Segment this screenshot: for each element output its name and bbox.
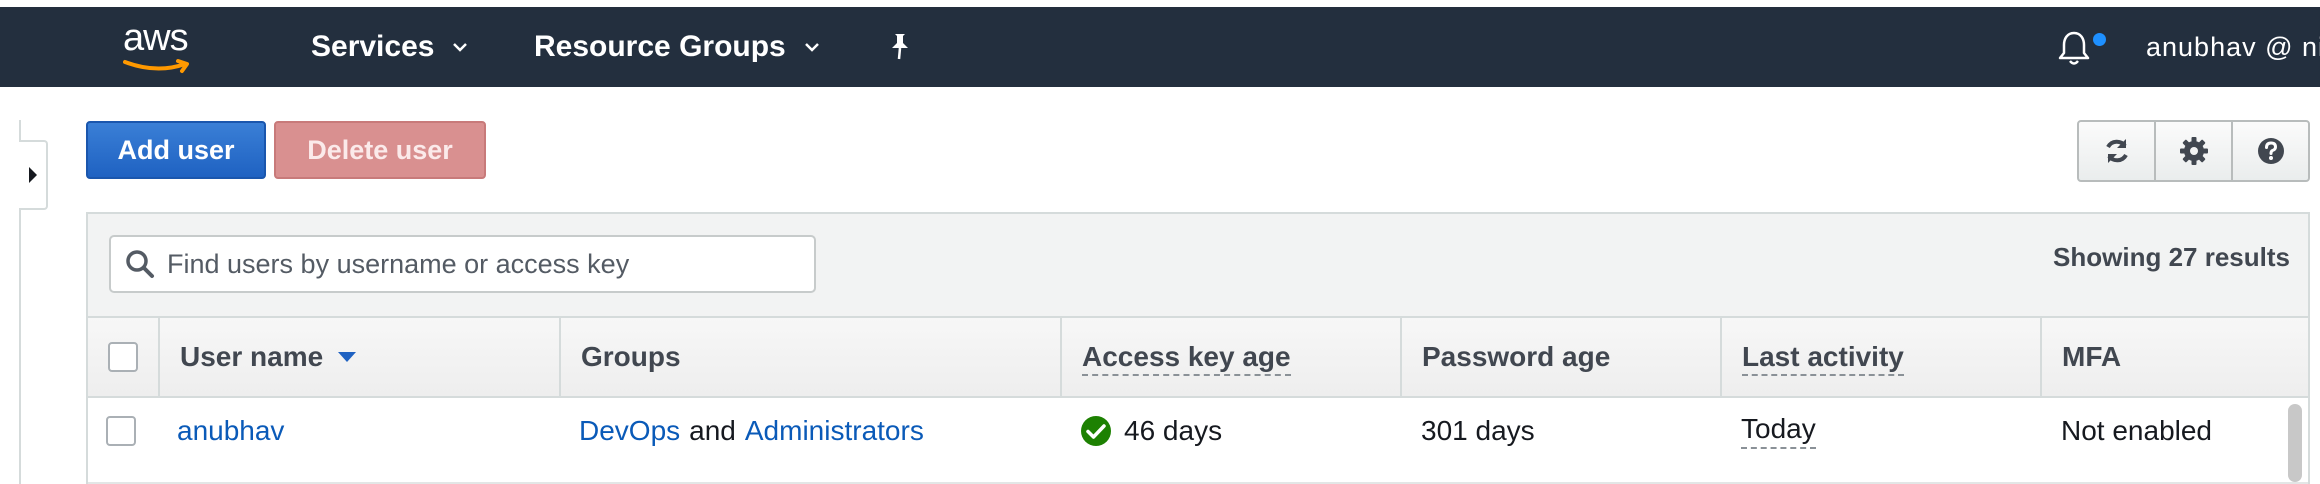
help-icon[interactable] — [2231, 122, 2308, 180]
select-all-checkbox[interactable] — [108, 342, 138, 372]
groups-cell: DevOps and Administrators — [579, 398, 924, 464]
delete-user-button[interactable]: Delete user — [274, 121, 486, 179]
mfa-cell: Not enabled — [2061, 398, 2212, 464]
services-menu[interactable]: Services — [311, 7, 468, 87]
column-mfa[interactable]: MFA — [2040, 318, 2308, 396]
results-count: Showing 27 results — [2053, 242, 2290, 272]
refresh-icon[interactable] — [2079, 122, 2154, 180]
user-name-cell: anubhav — [177, 398, 284, 464]
check-circle-icon — [1080, 415, 1112, 447]
users-table-panel: Showing 27 results User name Groups Acce… — [86, 212, 2310, 484]
column-label: Password age — [1422, 341, 1611, 372]
group-link[interactable]: DevOps — [579, 415, 680, 447]
chevron-down-icon — [452, 42, 468, 52]
caret-right-icon — [28, 167, 37, 183]
last-activity-cell: Today — [1741, 398, 1816, 464]
column-password-age[interactable]: Password age — [1400, 318, 1720, 396]
column-label: Access key age — [1082, 341, 1291, 376]
table-scrollbar[interactable] — [2288, 404, 2302, 482]
select-all-cell — [88, 318, 158, 396]
column-access-key-age[interactable]: Access key age — [1060, 318, 1400, 396]
top-navigation-bar: aws Services Resource Groups anubhav @ n… — [0, 7, 2320, 87]
column-last-activity[interactable]: Last activity — [1720, 318, 2040, 396]
services-label: Services — [311, 30, 435, 63]
password-age-cell: 301 days — [1421, 398, 1535, 464]
column-label: User name — [180, 341, 324, 372]
password-age-value: 301 days — [1421, 415, 1535, 446]
sort-descending-icon — [337, 351, 357, 363]
account-menu[interactable]: anubhav @ nir — [2146, 7, 2320, 87]
table-header: User name Groups Access key age Password… — [88, 316, 2308, 398]
resource-groups-menu[interactable]: Resource Groups — [534, 7, 820, 87]
row-select-cell — [106, 398, 136, 464]
bell-icon[interactable] — [2056, 29, 2096, 69]
aws-logo[interactable]: aws — [117, 17, 207, 81]
group-link[interactable]: Administrators — [745, 415, 924, 447]
search-icon — [125, 249, 155, 279]
table-row[interactable]: anubhav DevOps and Administrators 46 day… — [88, 398, 2308, 484]
access-key-age-value: 46 days — [1124, 415, 1223, 446]
column-user-name[interactable]: User name — [158, 318, 559, 396]
user-name-link[interactable]: anubhav — [177, 415, 284, 447]
column-label: Groups — [581, 341, 681, 372]
pushpin-icon[interactable] — [886, 7, 914, 87]
last-activity-value[interactable]: Today — [1741, 413, 1816, 449]
search-box[interactable] — [109, 235, 816, 293]
chevron-down-icon — [804, 42, 820, 52]
row-checkbox[interactable] — [106, 416, 136, 446]
column-groups[interactable]: Groups — [559, 318, 1060, 396]
search-input[interactable] — [165, 247, 809, 281]
access-key-age-cell: 46 days — [1080, 398, 1222, 464]
gear-icon[interactable] — [2154, 122, 2231, 180]
aws-smile-icon — [123, 59, 189, 73]
table-tools — [2077, 120, 2310, 182]
column-label: Last activity — [1742, 341, 1904, 376]
sidebar-toggle[interactable] — [19, 140, 48, 210]
mfa-value: Not enabled — [2061, 415, 2213, 446]
group-separator: and — [689, 415, 736, 446]
add-user-button[interactable]: Add user — [86, 121, 266, 179]
resource-groups-label: Resource Groups — [534, 30, 786, 63]
aws-logo-text: aws — [123, 17, 189, 59]
column-label: MFA — [2062, 341, 2122, 372]
notification-dot — [2093, 33, 2106, 46]
